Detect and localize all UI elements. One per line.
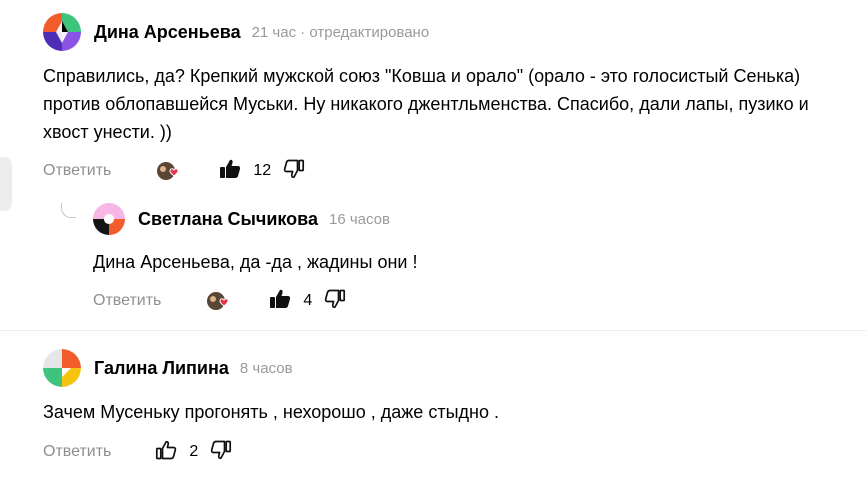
avatar[interactable] xyxy=(43,349,81,387)
thumbs-down-icon xyxy=(324,288,346,315)
thumbs-down-icon xyxy=(210,439,232,466)
like-button[interactable]: 4 xyxy=(269,288,312,315)
scroll-edge xyxy=(0,157,12,211)
like-button[interactable]: 2 xyxy=(155,439,198,466)
comment-divider xyxy=(0,330,866,331)
comment-meta: 8 часов xyxy=(239,359,293,377)
like-count: 4 xyxy=(303,292,313,309)
reply-button[interactable]: Ответить xyxy=(43,443,111,461)
like-count: 2 xyxy=(189,443,199,460)
thread-connector xyxy=(61,203,76,218)
avatar[interactable] xyxy=(93,203,125,235)
dislike-button[interactable] xyxy=(210,439,232,466)
comment-header: Светлана Сычикова 16 часов xyxy=(93,203,390,235)
like-count: 12 xyxy=(253,162,272,179)
thumbs-up-icon xyxy=(219,158,241,185)
comment-text: Зачем Мусеньку прогонять , нехорошо , да… xyxy=(43,402,499,422)
dislike-button[interactable] xyxy=(324,288,346,315)
comment-actions: Ответить 4 xyxy=(93,288,346,315)
reply-button[interactable]: Ответить xyxy=(93,292,161,310)
reaction-avatar-heart-icon[interactable] xyxy=(155,160,183,182)
avatar[interactable] xyxy=(43,13,81,51)
comment-header: Галина Липина 8 часов xyxy=(43,349,293,387)
author-name[interactable]: Дина Арсеньева xyxy=(94,22,241,43)
author-name[interactable]: Галина Липина xyxy=(94,358,229,379)
comment-header: Дина Арсеньева 21 час · отредактировано xyxy=(43,13,429,51)
thumbs-up-icon xyxy=(155,439,177,466)
author-name[interactable]: Светлана Сычикова xyxy=(138,209,318,230)
comment-text: Справились, да? Крепкий мужской союз "Ко… xyxy=(43,66,809,142)
comment-actions: Ответить 2 xyxy=(43,439,232,466)
dislike-button[interactable] xyxy=(283,158,305,185)
comment-meta: 16 часов xyxy=(329,210,390,228)
reply-button[interactable]: Ответить xyxy=(43,162,111,180)
comment-text: Дина Арсеньева, да -да , жадины они ! xyxy=(93,252,418,272)
comment-actions: Ответить 12 xyxy=(43,158,305,185)
reaction-avatar-heart-icon[interactable] xyxy=(205,290,233,312)
thumbs-down-icon xyxy=(283,158,305,185)
like-button[interactable]: 12 xyxy=(219,158,271,185)
comment-meta: 21 час · отредактировано xyxy=(251,23,430,41)
thumbs-up-icon xyxy=(269,288,291,315)
